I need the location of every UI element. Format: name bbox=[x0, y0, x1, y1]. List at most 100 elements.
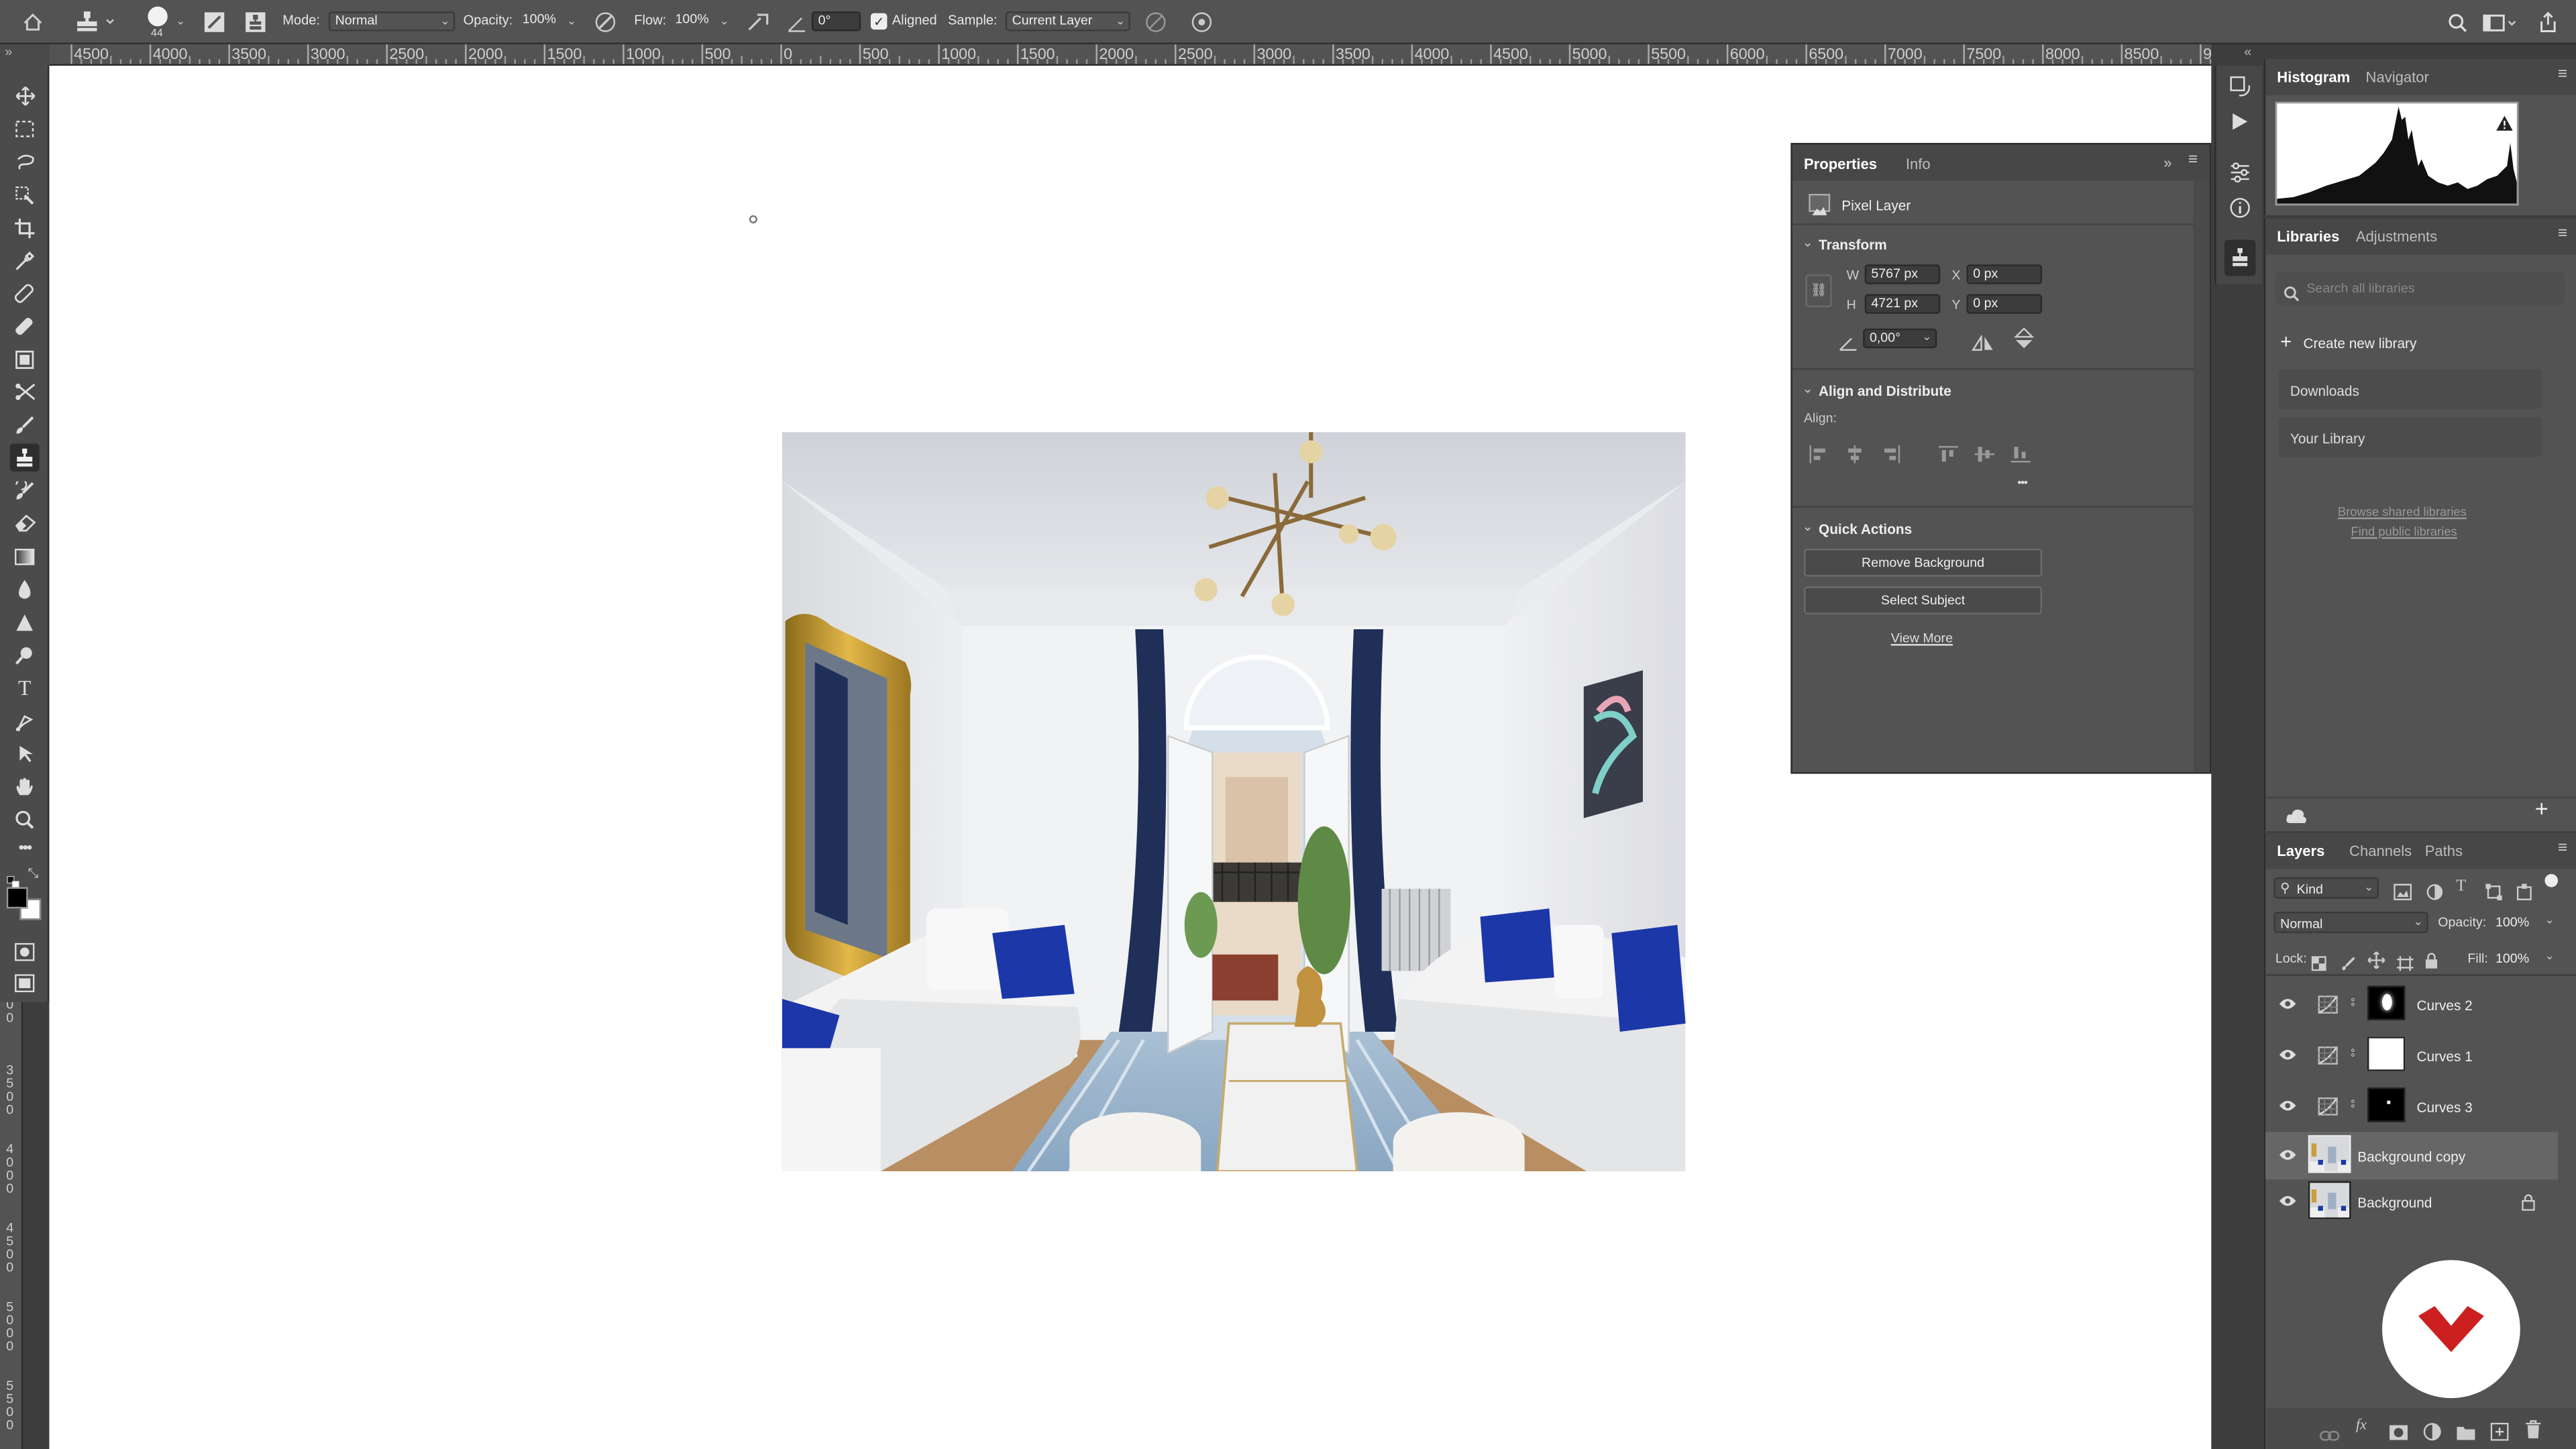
select-subject-button[interactable]: Select Subject bbox=[1803, 586, 2043, 614]
browse-shared-libraries-link[interactable]: Browse shared libraries bbox=[2338, 504, 2467, 519]
actions-play-icon[interactable] bbox=[2228, 110, 2253, 131]
home-icon[interactable] bbox=[21, 11, 44, 33]
pressure-size-icon[interactable] bbox=[1189, 11, 1212, 33]
chevron-down-icon[interactable]: ⌄ bbox=[1803, 381, 1813, 396]
panel-menu-icon[interactable]: ≡ bbox=[2188, 151, 2198, 169]
create-new-library-button[interactable]: Create new library bbox=[2303, 335, 2416, 352]
pressure-opacity-icon[interactable] bbox=[593, 11, 616, 33]
clone-source-panel-icon[interactable] bbox=[2224, 239, 2256, 276]
search-icon[interactable] bbox=[2447, 11, 2469, 33]
chevron-down-icon[interactable]: ⌄ bbox=[176, 15, 185, 28]
lock-icon[interactable] bbox=[2522, 1194, 2535, 1211]
flip-vertical-icon[interactable] bbox=[2013, 327, 2035, 350]
blend-mode-select[interactable]: Normal ⌄ bbox=[2273, 912, 2428, 934]
info-icon[interactable] bbox=[2228, 197, 2253, 219]
tab-layers[interactable]: Layers bbox=[2277, 843, 2324, 859]
remove-background-button[interactable]: Remove Background bbox=[1803, 548, 2043, 577]
clone-stamp-tool-icon[interactable] bbox=[9, 443, 40, 472]
visibility-eye-icon[interactable] bbox=[2279, 1194, 2297, 1208]
zoom-tool-icon[interactable] bbox=[10, 805, 40, 833]
x-field[interactable]: 0 px bbox=[1966, 264, 2043, 284]
align-bottom-icon[interactable] bbox=[2010, 442, 2031, 463]
brush-settings-icon[interactable] bbox=[202, 11, 225, 33]
lock-transparent-icon[interactable] bbox=[2311, 950, 2326, 971]
layer-mask-thumbnail[interactable] bbox=[2367, 985, 2406, 1020]
angle-field[interactable]: 0° bbox=[811, 11, 861, 32]
lock-position-icon[interactable] bbox=[2367, 948, 2385, 969]
tab-libraries[interactable]: Libraries bbox=[2277, 228, 2339, 244]
warning-icon[interactable] bbox=[2496, 110, 2514, 131]
properties-scrollbar[interactable] bbox=[2193, 180, 2210, 773]
dodge-tool-icon[interactable] bbox=[10, 608, 40, 636]
flow-field[interactable]: 100% bbox=[670, 11, 715, 32]
swap-colors-icon[interactable]: ⤡ bbox=[28, 866, 43, 881]
cloud-icon[interactable] bbox=[2286, 804, 2308, 823]
default-colors-icon[interactable] bbox=[7, 867, 20, 889]
adjustments-sliders-icon[interactable] bbox=[2228, 161, 2253, 182]
filter-toggle[interactable] bbox=[2544, 873, 2559, 888]
airbrush-icon[interactable] bbox=[746, 11, 772, 33]
chevron-down-icon[interactable]: ⌄ bbox=[1922, 330, 1931, 343]
layer-row-background[interactable]: Background bbox=[2265, 1178, 2558, 1226]
fill-value[interactable]: 100% bbox=[2496, 951, 2529, 966]
layer-filter-kind-select[interactable]: ⚲ Kind ⌄ bbox=[2273, 877, 2379, 899]
link-dimensions-icon[interactable]: ⛓ bbox=[1805, 274, 1832, 307]
quick-mask-icon[interactable] bbox=[10, 938, 40, 966]
layer-style-fx-icon[interactable]: fx bbox=[2356, 1416, 2367, 1432]
new-group-folder-icon[interactable] bbox=[2456, 1419, 2475, 1440]
align-left-icon[interactable] bbox=[1809, 442, 1828, 464]
blur-tool-icon[interactable] bbox=[10, 575, 40, 603]
tab-navigator[interactable]: Navigator bbox=[2366, 69, 2429, 85]
panel-menu-icon[interactable]: ≡ bbox=[2558, 225, 2567, 244]
lock-all-icon[interactable] bbox=[2425, 948, 2438, 969]
healing-brush-tool-icon[interactable] bbox=[10, 312, 40, 340]
filter-smart-object-icon[interactable] bbox=[2516, 879, 2532, 901]
lasso-tool-icon[interactable] bbox=[10, 148, 40, 176]
history-icon[interactable] bbox=[2228, 76, 2253, 97]
layer-row-curves-3[interactable]: ⦂ Curves 3 bbox=[2265, 1083, 2558, 1130]
layer-thumbnail[interactable] bbox=[2308, 1181, 2351, 1220]
view-more-link[interactable]: View More bbox=[1891, 631, 1953, 645]
flip-horizontal-icon[interactable] bbox=[1972, 330, 1994, 351]
tab-adjustments[interactable]: Adjustments bbox=[2356, 228, 2437, 244]
library-search-input[interactable]: Search all libraries bbox=[2275, 272, 2565, 306]
eyedropper-tool-icon[interactable] bbox=[10, 246, 40, 274]
library-item-downloads[interactable]: Downloads bbox=[2278, 370, 2542, 409]
hand-tool-icon[interactable] bbox=[10, 772, 40, 800]
tab-info[interactable]: Info bbox=[1906, 156, 1931, 172]
history-brush-tool-icon[interactable] bbox=[10, 476, 40, 504]
eraser-tool-icon[interactable] bbox=[10, 509, 40, 537]
chevron-down-icon[interactable]: ⌄ bbox=[1803, 235, 1813, 250]
screen-mode-icon[interactable] bbox=[10, 969, 40, 998]
opacity-field[interactable]: 100% bbox=[517, 11, 562, 32]
align-top-icon[interactable] bbox=[1938, 442, 1959, 462]
tab-properties[interactable]: Properties bbox=[1804, 156, 1877, 172]
link-layers-icon[interactable] bbox=[2319, 1421, 2340, 1441]
lock-pixels-icon[interactable] bbox=[2341, 950, 2356, 971]
link-icon[interactable]: ⦂ bbox=[2351, 1095, 2355, 1112]
layer-row-curves-2[interactable]: ⦂ Curves 2 bbox=[2265, 981, 2558, 1028]
collapse-panel-icon[interactable]: » bbox=[2163, 154, 2171, 170]
layer-row-curves-1[interactable]: ⦂ Curves 1 bbox=[2265, 1032, 2558, 1079]
tab-channels[interactable]: Channels bbox=[2349, 843, 2412, 859]
width-field[interactable]: 5767 px bbox=[1864, 264, 1941, 284]
panel-menu-icon[interactable]: ≡ bbox=[2558, 66, 2567, 84]
tab-paths[interactable]: Paths bbox=[2425, 843, 2463, 859]
marquee-tool-icon[interactable] bbox=[10, 115, 40, 143]
chevron-down-icon[interactable]: ⌄ bbox=[567, 15, 576, 28]
layer-row-background-copy[interactable]: Background copy bbox=[2265, 1132, 2559, 1180]
visibility-eye-icon[interactable] bbox=[2279, 1048, 2297, 1061]
layer-mask-thumbnail[interactable] bbox=[2367, 1036, 2406, 1071]
ignore-adjustment-layers-icon[interactable] bbox=[1143, 11, 1166, 33]
align-vertical-center-icon[interactable] bbox=[1974, 442, 1995, 462]
filter-shape-icon[interactable] bbox=[2485, 879, 2502, 901]
workspace-icon[interactable] bbox=[2482, 11, 2518, 33]
type-tool-icon[interactable]: T bbox=[10, 674, 40, 702]
visibility-eye-icon[interactable] bbox=[2279, 998, 2297, 1011]
collapse-icons-icon[interactable]: « bbox=[2244, 44, 2251, 59]
find-public-libraries-link[interactable]: Find public libraries bbox=[2351, 524, 2457, 539]
foreground-color-swatch[interactable] bbox=[6, 887, 28, 909]
new-adjustment-layer-icon[interactable] bbox=[2423, 1419, 2441, 1441]
new-layer-icon[interactable] bbox=[2490, 1419, 2509, 1441]
chevron-down-icon[interactable]: ⌄ bbox=[1803, 519, 1813, 534]
